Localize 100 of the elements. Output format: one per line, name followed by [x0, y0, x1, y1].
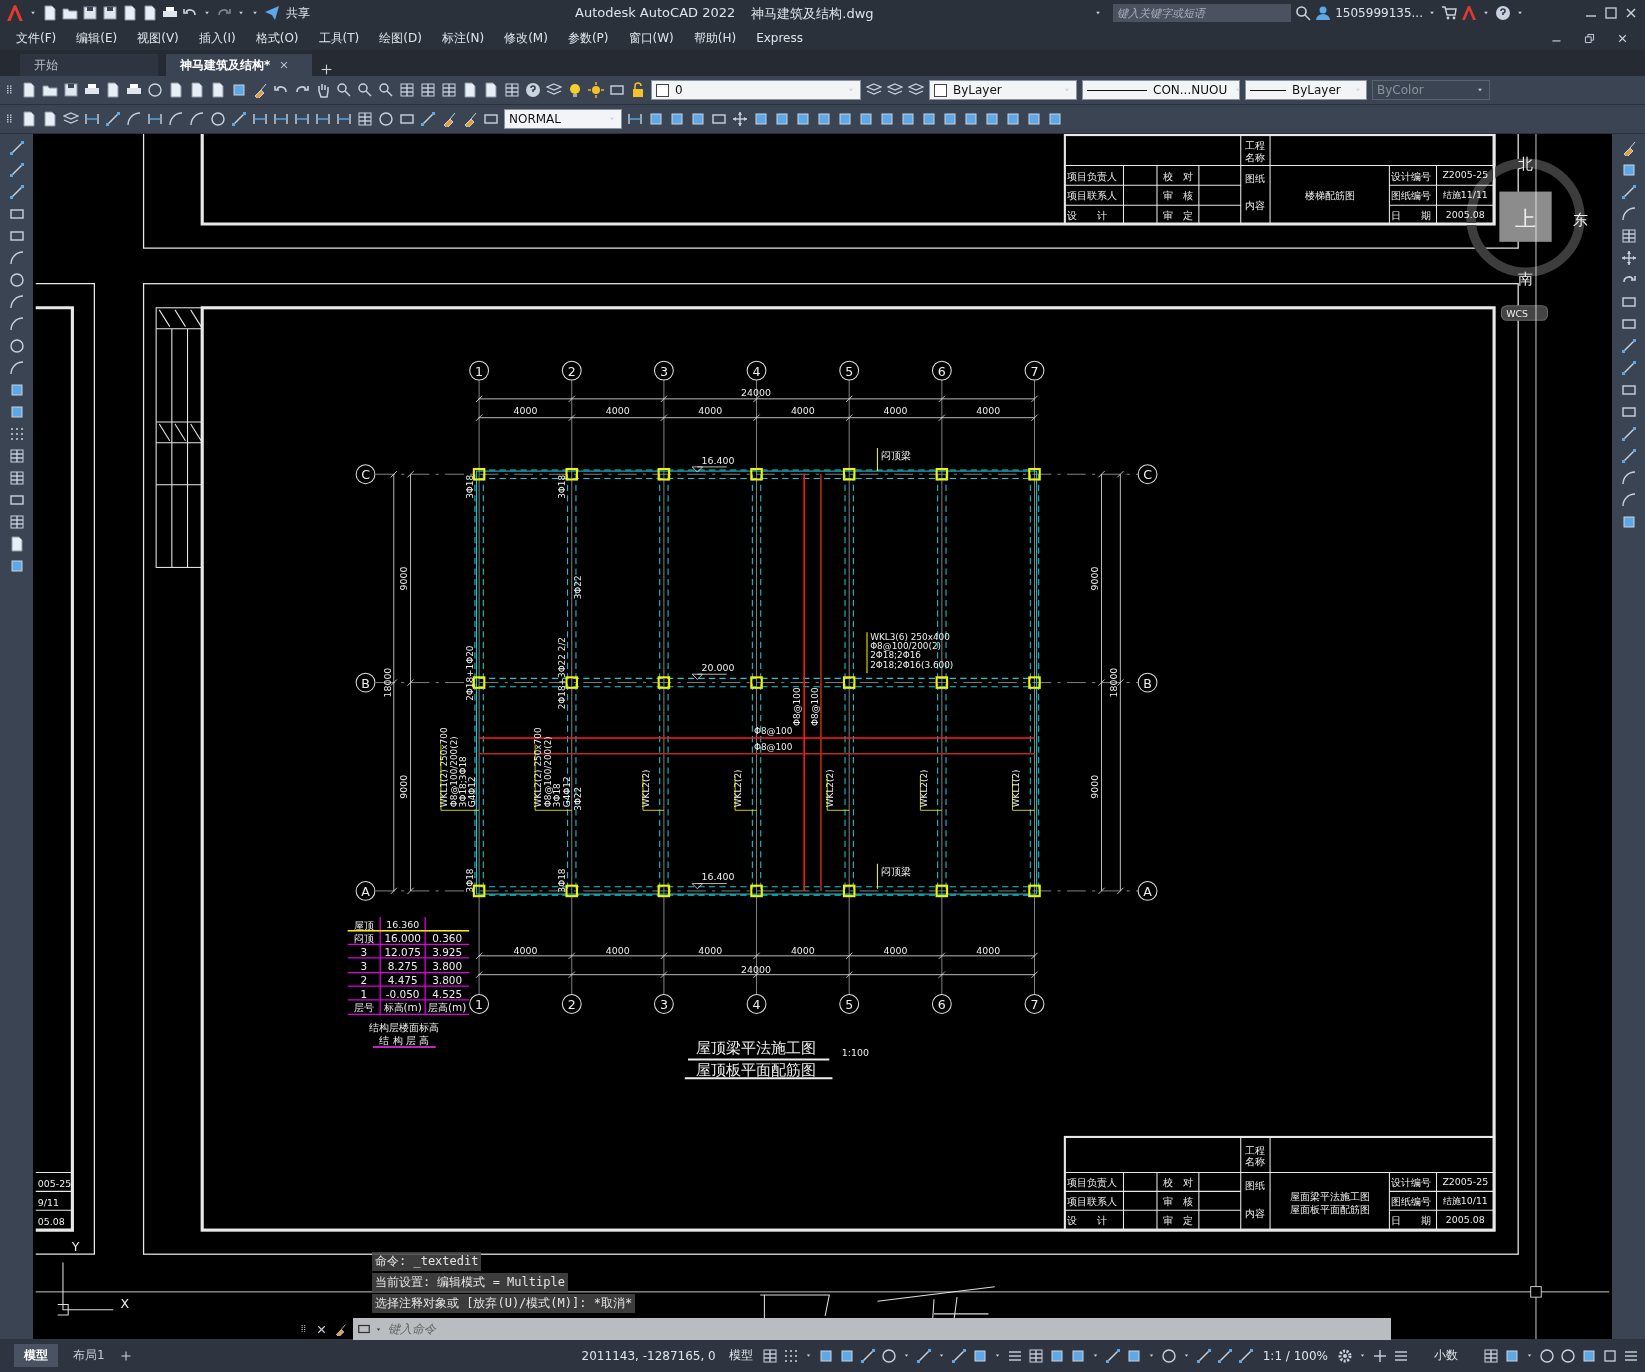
- menu-item[interactable]: 文件(F): [16, 29, 57, 47]
- menu-item[interactable]: 标注(N): [441, 29, 485, 47]
- note-text: 闷顶梁: [880, 865, 911, 878]
- dimension-text: 4000: [605, 404, 630, 416]
- menu-item[interactable]: 格式(O): [255, 29, 299, 47]
- command-input[interactable]: 键入命令: [386, 1321, 1387, 1337]
- beam-label: WKL2(2): [641, 769, 652, 808]
- title-block-label: 审 核: [1162, 1195, 1193, 1207]
- title-block-label: 校 对: [1162, 169, 1193, 182]
- table-cell: 屋顶: [353, 918, 374, 931]
- compass-south[interactable]: 南: [1518, 269, 1533, 287]
- dimension-text: 4000: [513, 404, 538, 416]
- menu-item[interactable]: 编辑(E): [76, 29, 118, 47]
- share-button[interactable]: 共享: [286, 4, 310, 22]
- table-cell: 16.000: [384, 932, 421, 945]
- dimension-text: 4000: [698, 404, 723, 416]
- title-block-label: 校 对: [1162, 1176, 1193, 1189]
- title-block-label: 项目负责人: [1066, 1176, 1117, 1189]
- axis-label: 1: [475, 363, 484, 379]
- menu-item[interactable]: Express: [756, 31, 803, 45]
- menu-item[interactable]: 插入(I): [198, 29, 236, 47]
- table-cell: 2: [360, 974, 368, 986]
- color-dropdown[interactable]: ByLayer: [929, 80, 1077, 100]
- linetype-dropdown[interactable]: CON...NUOU: [1082, 80, 1240, 100]
- drawing-title: 屋顶梁平法施工图: [696, 1039, 816, 1057]
- beam-label: WKL2(2): [733, 769, 744, 808]
- rebar-text: 2Φ18+3Φ22 2/2: [557, 636, 568, 710]
- dimension-text: 24000: [741, 963, 771, 975]
- rebar-text: 3Φ18: [557, 868, 568, 893]
- dimension-text: 9000: [398, 774, 410, 799]
- search-field[interactable]: 键入关键字或短语: [1113, 4, 1292, 22]
- title-block-label: 图纸编号: [1391, 189, 1432, 202]
- title-block-text: 9/11: [37, 1197, 59, 1209]
- drawing-title: 屋顶板平面配筋图: [696, 1061, 816, 1079]
- model-space-button[interactable]: 模型: [724, 1345, 757, 1366]
- title-block-label: 工程: [1245, 1143, 1266, 1156]
- title-block-label: 图纸: [1245, 1179, 1266, 1192]
- menu-item[interactable]: 修改(M): [504, 29, 548, 47]
- compass-east[interactable]: 东: [1573, 211, 1589, 229]
- layout-tab[interactable]: 模型: [14, 1344, 58, 1367]
- beam-label: WKL3(6) 250x400: [870, 631, 950, 642]
- menu-item[interactable]: 视图(V): [137, 29, 179, 47]
- axis-label: B: [1143, 675, 1152, 691]
- menu-item[interactable]: 工具(T): [318, 29, 360, 47]
- units-button[interactable]: 小数: [1414, 1345, 1478, 1366]
- title-block-label: 日 期: [1391, 1214, 1432, 1227]
- menu-item[interactable]: 绘图(D): [379, 29, 422, 47]
- table-cell: 4.525: [432, 987, 463, 1000]
- table-cell: 0.360: [432, 932, 463, 945]
- axis-label: 3: [659, 363, 668, 379]
- title-block-value: 2005.08: [1445, 1214, 1485, 1226]
- file-tab[interactable]: 神马建筑及结构*: [166, 54, 312, 76]
- menu-item[interactable]: 窗口(W): [628, 29, 674, 47]
- file-name: 神马建筑及结构.dwg: [751, 5, 874, 23]
- title-block-label: 设计编号: [1391, 1176, 1432, 1189]
- dimension-style-dropdown[interactable]: NORMAL: [504, 109, 622, 129]
- dimension-text: 4000: [513, 944, 538, 956]
- coordinates-readout[interactable]: 2011143, -1287165, 0: [581, 1348, 716, 1363]
- rebar-text: Φ8@100: [809, 687, 820, 726]
- elevation-text: 16.400: [701, 454, 735, 466]
- elevation-text: 16.400: [701, 871, 735, 883]
- dimension-text: 4000: [790, 944, 815, 956]
- dimension-text: 4000: [883, 944, 908, 956]
- table-cell: 4.475: [387, 974, 418, 986]
- rebar-text: 3Φ18: [557, 474, 568, 499]
- table-caption: 结 构 层 高: [379, 1033, 430, 1046]
- dimension-text: 4000: [698, 944, 723, 956]
- title-block-label: 审 定: [1162, 208, 1193, 221]
- title-block-label: 项目联系人: [1066, 1195, 1117, 1207]
- title-block-label: 审 核: [1162, 189, 1193, 202]
- beam-label: WKL2(2): [825, 769, 836, 808]
- compass-north[interactable]: 北: [1518, 154, 1533, 172]
- layer-dropdown[interactable]: 0: [651, 80, 861, 100]
- title-block-value: Z2005-25: [1442, 169, 1489, 181]
- axis-label: 2: [567, 997, 576, 1013]
- axis-label: 4: [752, 363, 761, 379]
- rebar-text: Φ8@100: [792, 687, 802, 726]
- table-cell: 8.275: [387, 960, 418, 973]
- beam-label: WKL1(2): [1010, 769, 1021, 808]
- dimension-text: 4000: [976, 944, 1001, 956]
- axis-label: 7: [1030, 997, 1039, 1013]
- ucs-menu-label[interactable]: WCS: [1506, 308, 1529, 320]
- menu-item[interactable]: 参数(P): [567, 29, 609, 47]
- table-cell: 3.800: [432, 960, 463, 973]
- dimension-text: 9000: [1089, 566, 1101, 591]
- lineweight-dropdown[interactable]: ByLayer: [1245, 80, 1367, 100]
- beam-label: G4Φ12: [561, 776, 572, 808]
- title-block-label: 设 计: [1066, 1214, 1107, 1227]
- table-caption: 结构层楼面标高: [369, 1021, 440, 1034]
- menu-item[interactable]: 帮助(H): [693, 29, 737, 47]
- dimension-text: 4000: [605, 944, 630, 956]
- rebar-text: 3Φ18: [465, 474, 476, 499]
- user-name[interactable]: 1505999135...: [1335, 6, 1423, 20]
- file-tab[interactable]: 开始: [20, 54, 158, 76]
- table-cell: 3: [360, 960, 368, 973]
- annotation-scale-button[interactable]: 1:1 / 100%: [1258, 1346, 1332, 1365]
- command-field[interactable]: 键入命令: [353, 1318, 1391, 1340]
- layout-tab[interactable]: 布局1: [63, 1344, 115, 1367]
- drawing-scale: 1:100: [841, 1047, 869, 1059]
- beam-label: Φ8@100/200(2): [870, 641, 942, 652]
